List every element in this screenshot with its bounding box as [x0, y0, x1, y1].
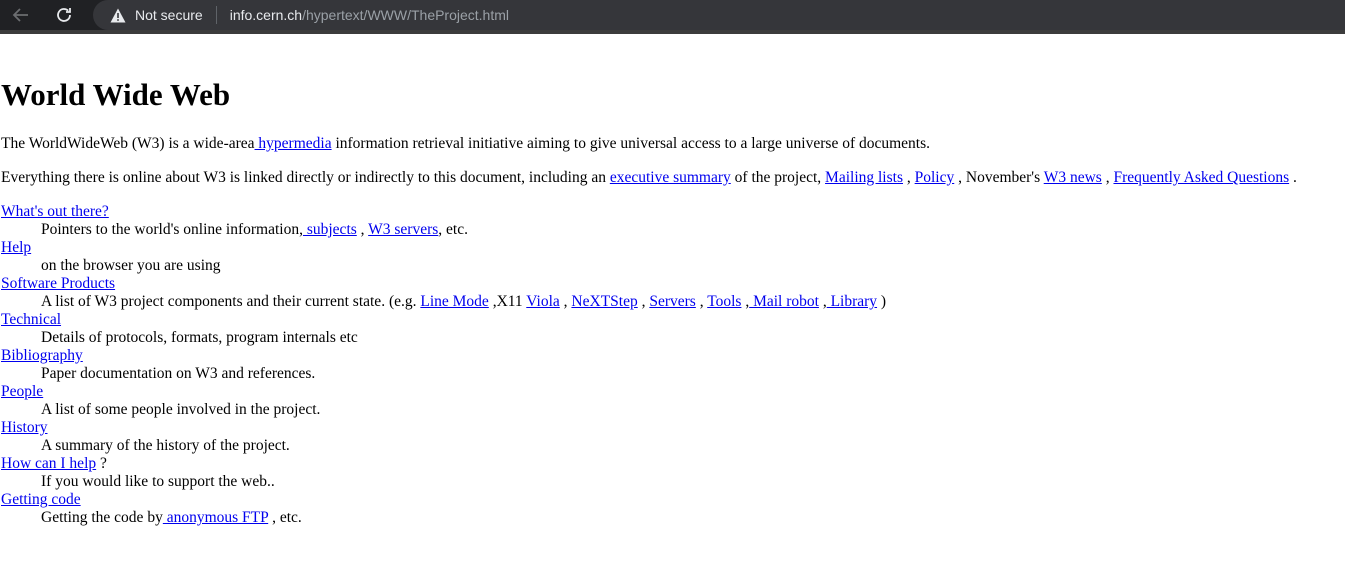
w3-news-link[interactable]: W3 news — [1044, 169, 1102, 186]
list-item-description: A list of W3 project components and thei… — [41, 293, 886, 311]
software-products-link[interactable]: Software Products — [1, 275, 115, 292]
nextstep-link[interactable]: NeXTStep — [571, 293, 637, 310]
url-divider — [215, 6, 217, 24]
technical-link[interactable]: Technical — [1, 311, 61, 328]
list-item: What's out there? — [1, 203, 109, 221]
page-title: World Wide Web — [1, 77, 231, 112]
url-path: /hypertext/WWW/TheProject.html — [302, 7, 510, 23]
security-status[interactable]: Not secure — [135, 7, 203, 23]
how-can-i-help-link[interactable]: How can I help — [1, 455, 96, 472]
list-item: Getting code — [1, 491, 81, 509]
description-text: Pointers to the world's online informati… — [41, 221, 303, 238]
browser-toolbar: Not secure info.cern.ch/hypertext/WWW/Th… — [0, 0, 1345, 34]
executive-summary-link[interactable]: executive summary — [610, 169, 731, 186]
description-text: , — [559, 293, 572, 310]
list-item: Bibliography — [1, 347, 83, 365]
overview-text-5: , — [1101, 169, 1114, 186]
description-text: , etc. — [438, 221, 468, 238]
description-text: , etc. — [268, 509, 302, 526]
bibliography-link[interactable]: Bibliography — [1, 347, 83, 364]
list-item: How can I help ? — [1, 455, 107, 473]
servers-link[interactable]: Servers — [649, 293, 696, 310]
line-mode-link[interactable]: Line Mode — [420, 293, 488, 310]
intro-text-end: information retrieval initiative aiming … — [331, 135, 931, 152]
list-item: Help — [1, 239, 31, 257]
description-text: A list of W3 project components and thei… — [41, 293, 421, 310]
whats-out-there-link[interactable]: What's out there? — [1, 203, 109, 220]
arrow-left-icon — [12, 8, 28, 22]
reload-icon — [57, 8, 71, 22]
list-item: Technical — [1, 311, 61, 329]
overview-paragraph: Everything there is online about W3 is l… — [1, 169, 1297, 187]
description-text: Getting the code by — [41, 509, 163, 526]
help-link[interactable]: Help — [1, 239, 31, 256]
mailing-lists-link[interactable]: Mailing lists — [825, 169, 903, 186]
list-item: History — [1, 419, 48, 437]
list-item: Software Products — [1, 275, 115, 293]
list-item-description: Getting the code by anonymous FTP , etc. — [41, 509, 302, 527]
list-item-description: Pointers to the world's online informati… — [41, 221, 468, 239]
people-link[interactable]: People — [1, 383, 43, 400]
url-text[interactable]: info.cern.ch/hypertext/WWW/TheProject.ht… — [230, 7, 509, 23]
faq-link[interactable]: Frequently Asked Questions — [1113, 169, 1289, 186]
policy-link[interactable]: Policy — [915, 169, 955, 186]
tools-link[interactable]: Tools — [707, 293, 741, 310]
anonymous-ftp-link[interactable]: anonymous FTP — [163, 509, 268, 526]
description-text: ,X11 — [488, 293, 527, 310]
w3-servers-link[interactable]: W3 servers — [368, 221, 438, 238]
warning-icon[interactable] — [110, 7, 126, 23]
overview-text-2: of the project, — [730, 169, 826, 186]
list-item-description: Paper documentation on W3 and references… — [41, 365, 316, 382]
back-button[interactable] — [10, 5, 30, 25]
description-text: , — [818, 293, 827, 310]
list-item-description: on the browser you are using — [41, 257, 221, 274]
term-suffix: ? — [96, 455, 107, 472]
description-text: , — [695, 293, 708, 310]
description-text: , — [356, 221, 369, 238]
list-item-description: A summary of the history of the project. — [41, 437, 290, 454]
address-bar[interactable]: Not secure info.cern.ch/hypertext/WWW/Th… — [93, 0, 1345, 30]
list-item-description: If you would like to support the web.. — [41, 473, 275, 490]
library-link[interactable]: Library — [827, 293, 877, 310]
intro-text: The WorldWideWeb (W3) is a wide-area — [1, 135, 255, 152]
mail-robot-link[interactable]: Mail robot — [749, 293, 819, 310]
history-link[interactable]: History — [1, 419, 48, 436]
intro-paragraph: The WorldWideWeb (W3) is a wide-area hyp… — [1, 135, 930, 153]
overview-text-6: . — [1289, 169, 1297, 186]
subjects-link[interactable]: subjects — [303, 221, 357, 238]
getting-code-link[interactable]: Getting code — [1, 491, 81, 508]
overview-text-4: , November's — [954, 169, 1044, 186]
description-text: ) — [877, 293, 887, 310]
hypermedia-link[interactable]: hypermedia — [255, 135, 331, 152]
list-item: People — [1, 383, 43, 401]
list-item-description: Details of protocols, formats, program i… — [41, 329, 358, 346]
overview-text-3: , — [903, 169, 915, 186]
url-host: info.cern.ch — [229, 7, 303, 23]
viola-link[interactable]: Viola — [526, 293, 560, 310]
reload-button[interactable] — [54, 5, 74, 25]
description-text: , — [637, 293, 650, 310]
overview-text: Everything there is online about W3 is l… — [1, 169, 610, 186]
list-item-description: A list of some people involved in the pr… — [41, 401, 321, 418]
